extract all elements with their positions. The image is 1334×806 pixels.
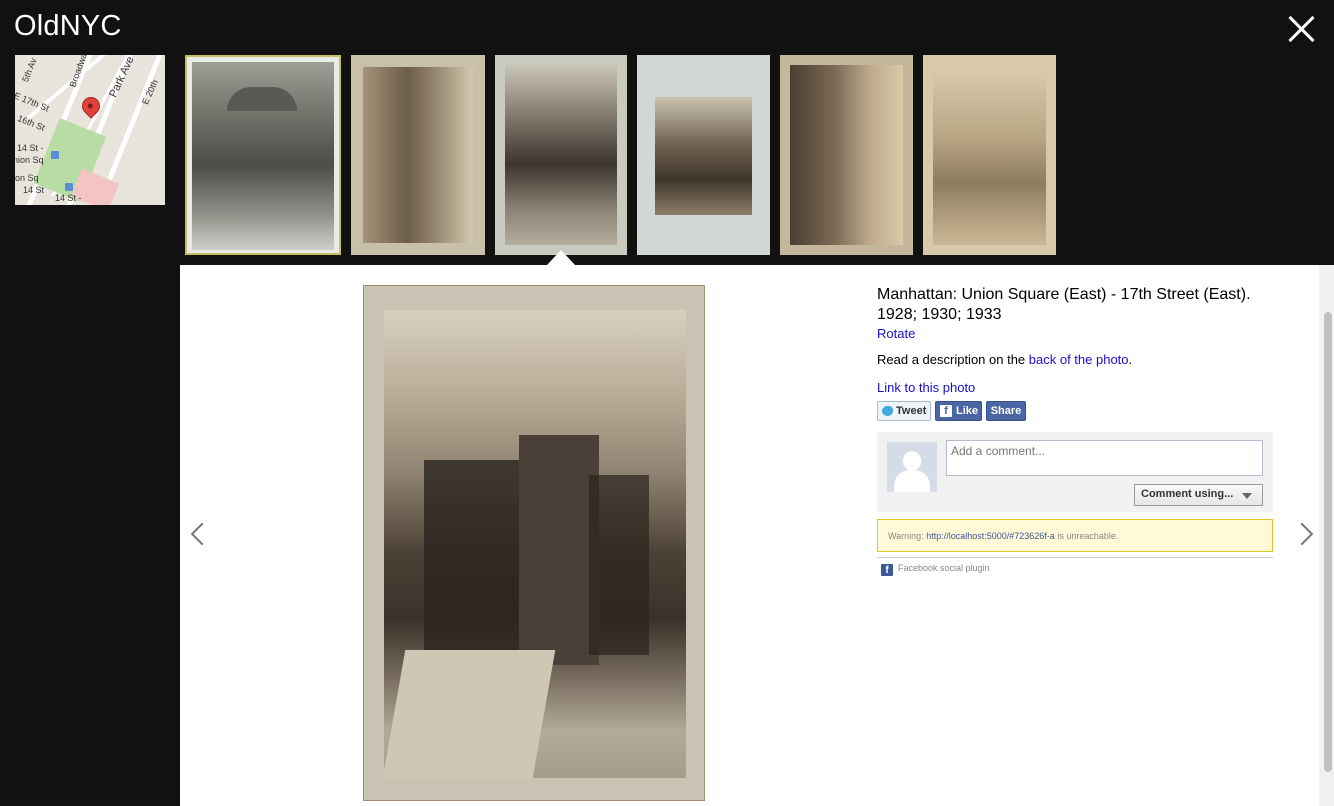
location-map[interactable]: 5th Av Broadway Park Ave E 20th E 17th S… (15, 55, 165, 205)
comments-box: Add a comment... Comment using... (877, 432, 1273, 512)
facebook-icon: f (940, 405, 952, 417)
map-label: Park Ave (107, 55, 137, 100)
map-label: 14 St (23, 185, 45, 195)
like-button[interactable]: f Like (935, 401, 982, 421)
selected-thumbnail-pointer (547, 250, 575, 265)
close-icon[interactable] (1287, 14, 1317, 44)
comment-using-dropdown[interactable]: Comment using... (1134, 484, 1263, 506)
thumbnail-3[interactable] (495, 55, 627, 255)
warning-message: Warning: http://localhost:5000/#723626f-… (877, 519, 1273, 552)
tweet-button[interactable]: Tweet (877, 401, 931, 421)
description-prefix: Read a description on the (877, 352, 1026, 367)
photo-description: Read a description on the back of the ph… (877, 352, 1273, 367)
chevron-down-icon (1242, 493, 1252, 499)
like-label: Like (956, 405, 979, 417)
comment-using-label: Comment using... (1141, 488, 1234, 500)
top-bar: OldNYC (0, 0, 1334, 55)
photo-title: Manhattan: Union Square (East) - 17th St… (877, 286, 1251, 323)
twitter-bird-icon (882, 406, 893, 416)
facebook-social-plugin[interactable]: f Facebook social plugin (877, 557, 1273, 579)
thumbnail-6[interactable] (923, 55, 1056, 255)
thumbnail-5[interactable] (780, 55, 913, 255)
warning-prefix: Warning: (888, 531, 924, 541)
previous-photo-arrow-icon[interactable] (188, 518, 208, 552)
app-title: OldNYC (14, 10, 122, 42)
map-label: 5th Av (20, 56, 39, 84)
main-photo (363, 285, 705, 801)
facebook-icon: f (881, 564, 893, 576)
map-label: ion Sq (15, 173, 39, 183)
tweet-label: Tweet (896, 405, 927, 417)
map-label: 14 St - (55, 193, 82, 203)
map-marker-icon[interactable] (78, 93, 104, 119)
thumbnail-1[interactable] (185, 55, 341, 255)
photo-info: Manhattan: Union Square (East) - 17th St… (877, 285, 1273, 421)
warning-url[interactable]: http://localhost:5000/#723626f-a (926, 531, 1055, 541)
comment-input[interactable]: Add a comment... (946, 440, 1263, 476)
warning-suffix: is unreachable. (1057, 531, 1119, 541)
description-suffix: . (1128, 352, 1133, 367)
plugin-label: Facebook social plugin (898, 563, 990, 573)
map-label: nion Sq (15, 155, 44, 165)
scrollbar-thumb[interactable] (1324, 312, 1332, 772)
back-of-photo-link[interactable]: back of the photo (1029, 352, 1129, 367)
social-buttons: Tweet f Like Share (877, 401, 1273, 421)
next-photo-arrow-icon[interactable] (1296, 518, 1316, 552)
thumbnail-4[interactable] (637, 55, 770, 255)
thumbnail-2[interactable] (351, 55, 485, 255)
photo-permalink[interactable]: Link to this photo (877, 380, 975, 395)
avatar (887, 442, 937, 492)
share-button[interactable]: Share (986, 401, 1026, 421)
rotate-link[interactable]: Rotate (877, 326, 915, 341)
map-label: 14 St - (17, 143, 44, 153)
